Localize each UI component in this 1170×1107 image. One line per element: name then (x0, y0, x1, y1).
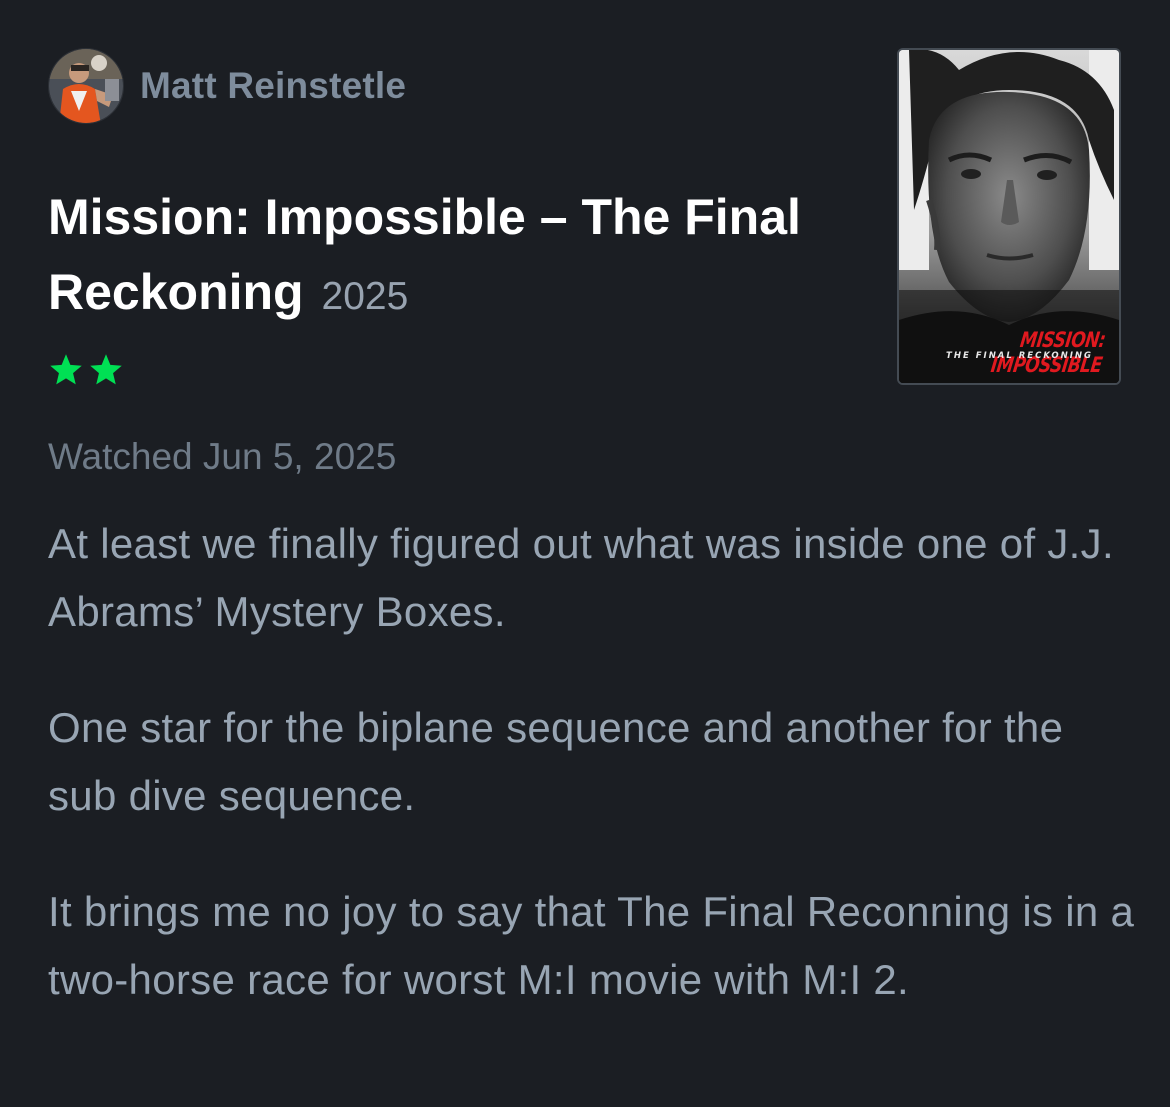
film-heading: Mission: Impossible – The Final Reckonin… (48, 180, 878, 334)
film-title[interactable]: Mission: Impossible – The Final Reckonin… (48, 189, 801, 320)
review-author[interactable]: Matt Reinstetle (48, 48, 406, 124)
poster-subtitle: THE FINAL RECKONING (946, 351, 1093, 361)
film-poster[interactable]: MISSION: IMPOSSIBLE THE FINAL RECKONING (897, 48, 1121, 385)
review-card: Matt Reinstetle Mission: Impossible – Th… (0, 0, 1170, 1107)
review-body: At least we finally figured out what was… (48, 510, 1138, 1014)
review-paragraph: At least we finally figured out what was… (48, 520, 1114, 635)
star-rating (48, 352, 124, 388)
avatar[interactable] (48, 48, 124, 124)
star-icon (88, 352, 124, 388)
review-paragraph: One star for the biplane sequence and an… (48, 704, 1064, 819)
review-paragraph: It brings me no joy to say that The Fina… (48, 888, 1135, 1003)
watched-date: Watched Jun 5, 2025 (48, 436, 397, 477)
film-year[interactable]: 2025 (322, 275, 409, 318)
author-name[interactable]: Matt Reinstetle (140, 65, 406, 107)
star-icon (48, 352, 84, 388)
